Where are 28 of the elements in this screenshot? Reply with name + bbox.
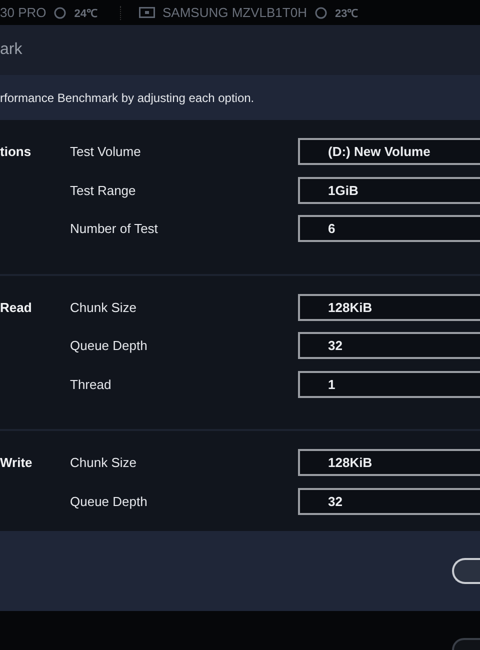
option-dropdown[interactable]: 6 bbox=[298, 215, 480, 242]
section-label: Read bbox=[0, 300, 33, 314]
drive-icon bbox=[138, 7, 154, 18]
temperature-text: 24℃ bbox=[74, 7, 98, 20]
option-label: Queue Depth bbox=[70, 337, 148, 355]
option-dropdown[interactable]: (D:) New Volume bbox=[298, 138, 480, 165]
description-text: rformance Benchmark by adjusting each option. bbox=[0, 90, 254, 104]
option-dropdown[interactable]: 128KiB bbox=[298, 294, 480, 320]
option-label: Queue Depth bbox=[70, 492, 148, 511]
temperature-text: 23℃ bbox=[334, 7, 358, 20]
ring-icon bbox=[54, 6, 66, 18]
section-label: Write bbox=[0, 455, 34, 470]
option-label: Chunk Size bbox=[70, 298, 138, 316]
section-label: tions bbox=[0, 144, 32, 159]
drive-name: SAMSUNG MZVLB1T0H bbox=[162, 5, 307, 20]
option-label: Thread bbox=[70, 376, 112, 394]
option-dropdown[interactable]: 32 bbox=[298, 332, 480, 359]
option-dropdown[interactable]: 1 bbox=[298, 370, 480, 398]
device-name: 30 PRO bbox=[0, 5, 46, 20]
option-dropdown[interactable]: 1GiB bbox=[298, 176, 480, 204]
option-label: Test Volume bbox=[70, 143, 142, 161]
option-dropdown[interactable]: 32 bbox=[298, 488, 480, 514]
option-label: Chunk Size bbox=[70, 454, 138, 472]
option-label: Test Range bbox=[70, 182, 137, 200]
option-label: Number of Test bbox=[70, 220, 159, 238]
ring-icon bbox=[314, 6, 327, 18]
option-dropdown[interactable]: 128KiB bbox=[298, 449, 480, 476]
page-title: ark bbox=[0, 41, 22, 59]
